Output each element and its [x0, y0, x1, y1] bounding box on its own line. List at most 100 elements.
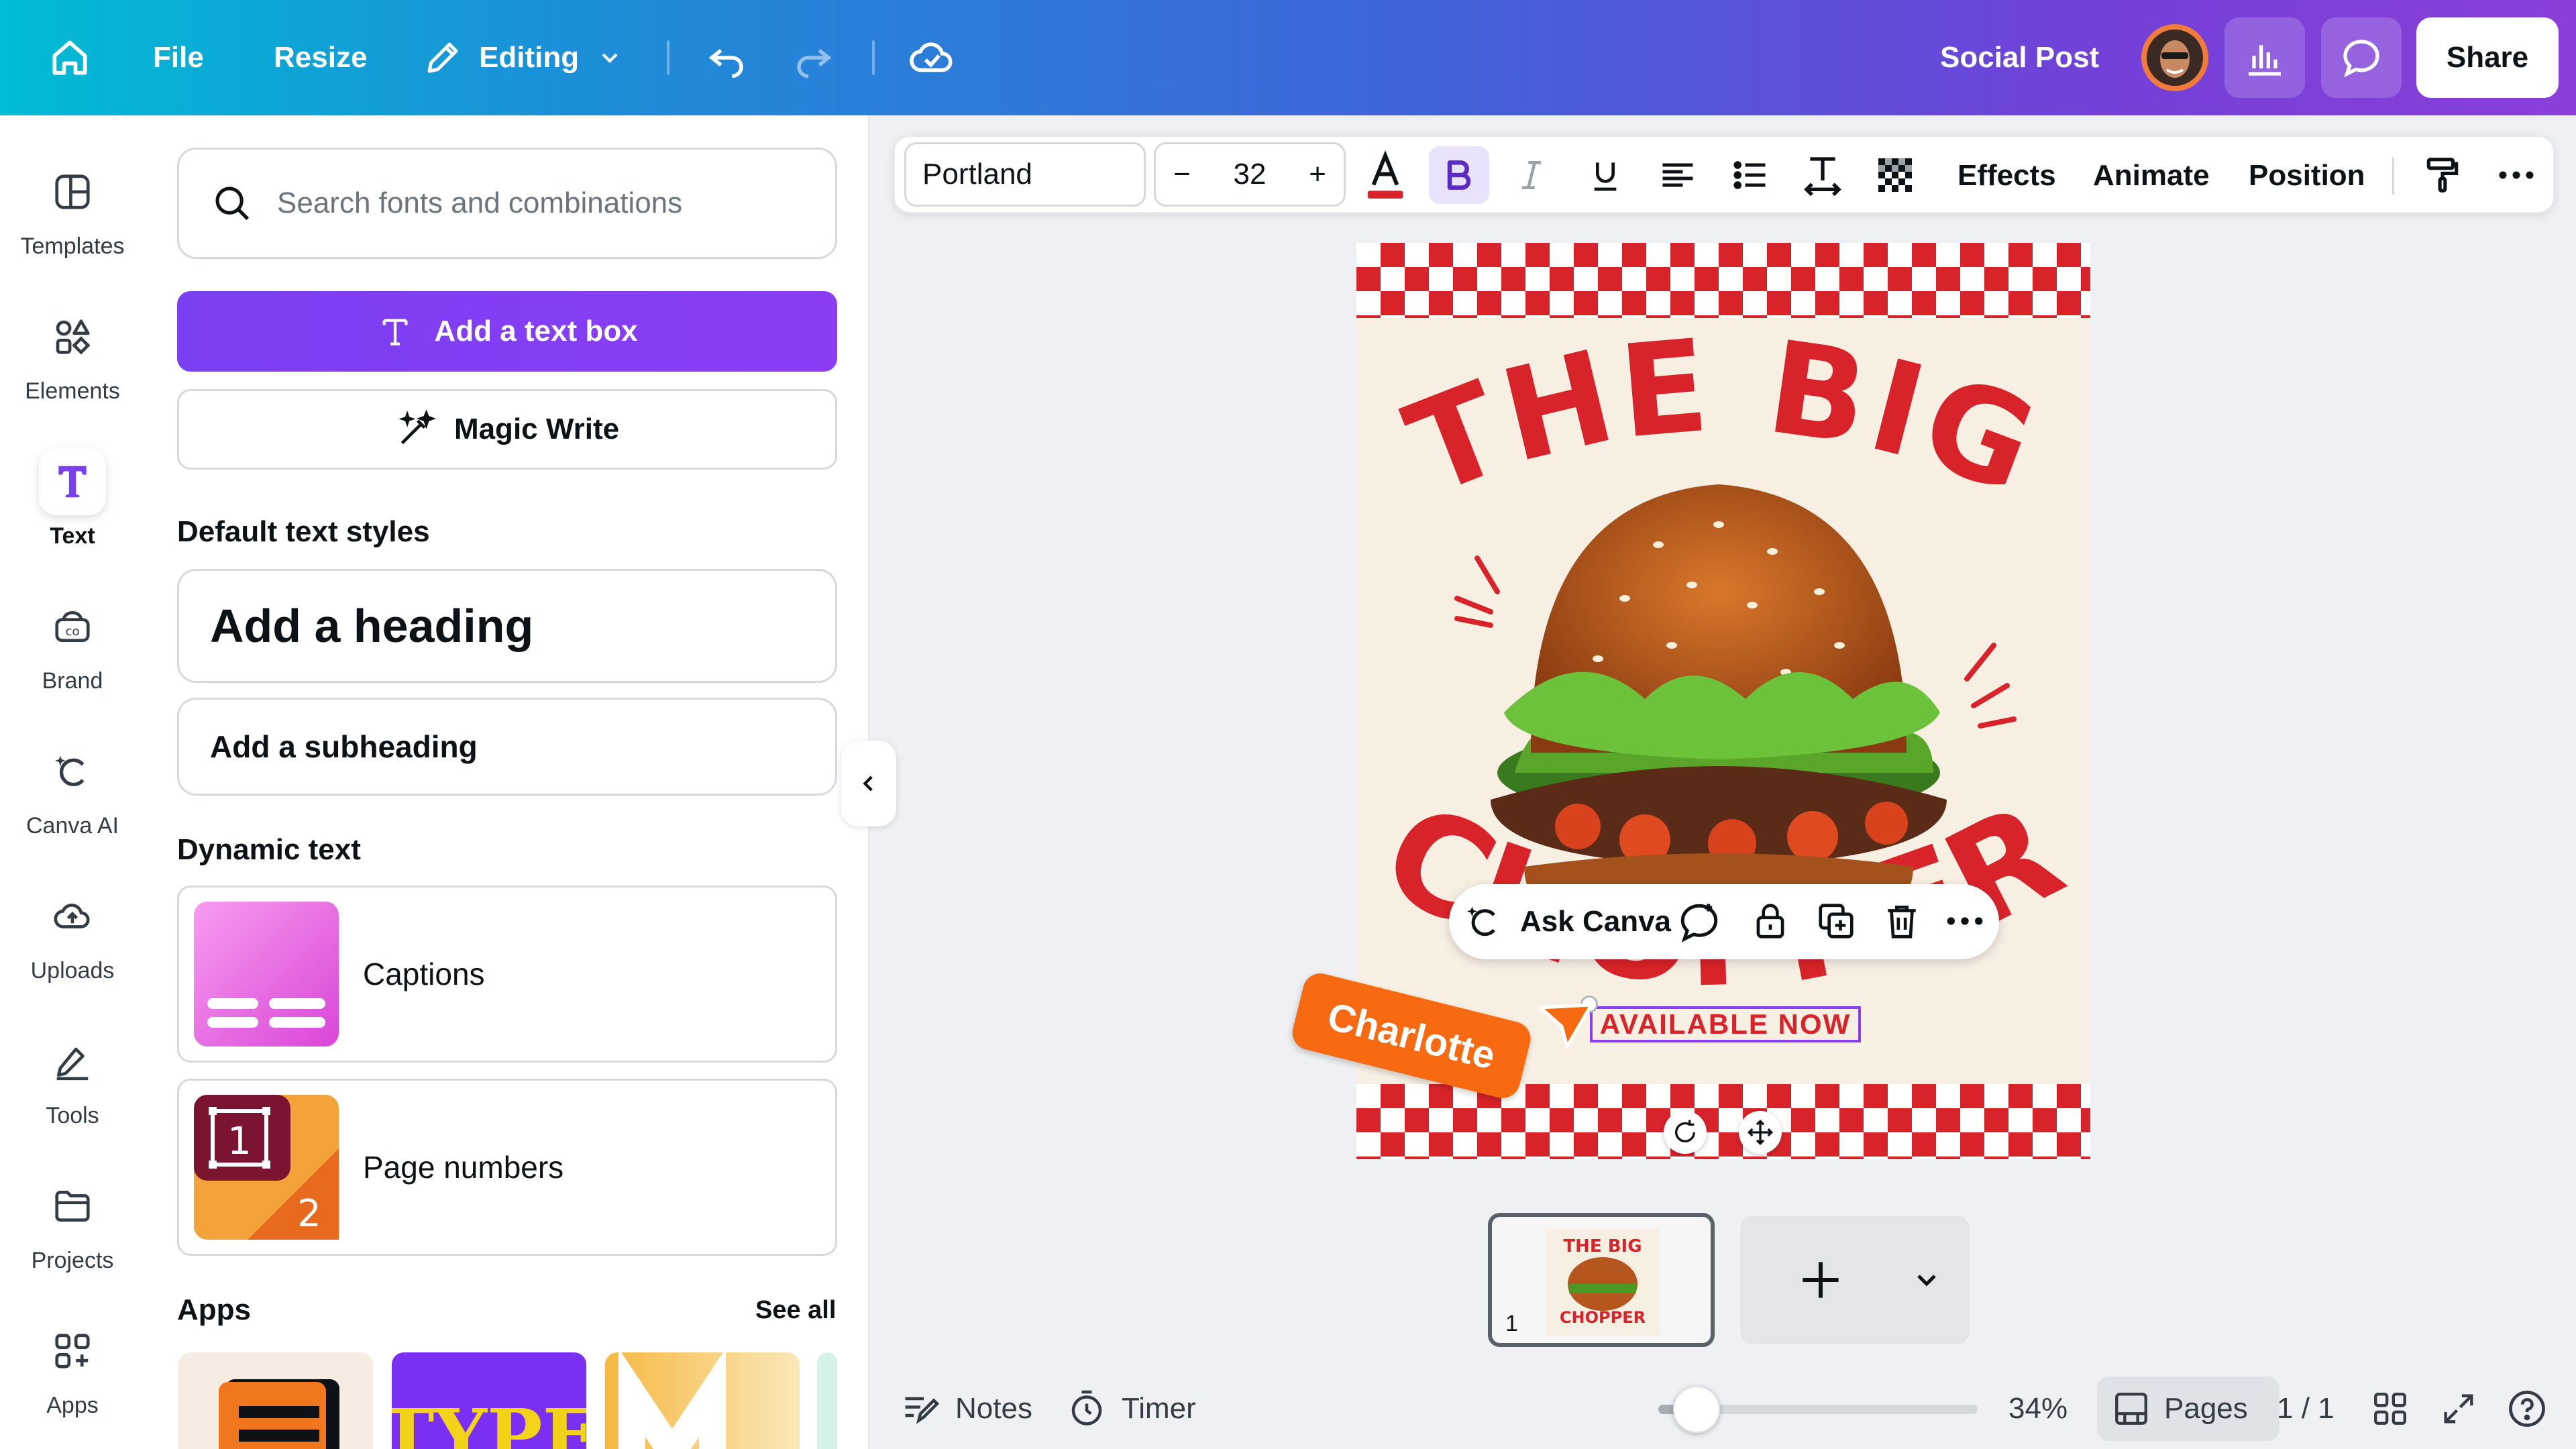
app-tile-3[interactable]: [605, 1352, 800, 1449]
zoom-slider[interactable]: [1658, 1386, 1978, 1433]
spacing-button[interactable]: [1792, 146, 1853, 204]
font-size-stepper[interactable]: − 32 +: [1154, 142, 1346, 207]
app-tile-4[interactable]: [817, 1352, 837, 1449]
page-numbers-card[interactable]: 12 Page numbers: [177, 1079, 837, 1256]
ask-canva-button[interactable]: Ask Canva: [1464, 884, 1671, 959]
text-t-icon: [382, 319, 408, 345]
more-options-button[interactable]: [2486, 146, 2546, 204]
rail-item-templates[interactable]: Templates: [0, 158, 145, 292]
templates-icon: [39, 158, 106, 225]
notes-label: Notes: [955, 1392, 1032, 1425]
font-size-value[interactable]: 32: [1234, 158, 1267, 191]
move-handle[interactable]: [1739, 1111, 1782, 1154]
pages-label: Pages: [2164, 1392, 2248, 1425]
fullscreen-button[interactable]: [2439, 1368, 2478, 1449]
page-numbers-icon: 12: [194, 1095, 339, 1240]
bullet-list-icon: [1733, 161, 1766, 189]
comments-button[interactable]: [2321, 17, 2402, 98]
app-logo-icon: [619, 1352, 726, 1449]
rail-item-text[interactable]: Text: [0, 448, 145, 582]
italic-button[interactable]: [1501, 146, 1562, 204]
add-page-button[interactable]: [1794, 1253, 1847, 1307]
divider: [2392, 157, 2394, 195]
see-all-link[interactable]: See all: [755, 1296, 836, 1325]
home-button[interactable]: [47, 0, 93, 115]
timer-button[interactable]: Timer: [1067, 1368, 1196, 1449]
app-tile-2[interactable]: TYPE: [392, 1352, 586, 1449]
list-button[interactable]: [1720, 146, 1780, 204]
grid-view-button[interactable]: [2371, 1368, 2410, 1449]
rail-item-tools[interactable]: Tools: [0, 1028, 145, 1162]
cloud-save-status[interactable]: [907, 0, 957, 115]
underline-button[interactable]: [1575, 146, 1635, 204]
delete-button[interactable]: [1881, 900, 1923, 942]
search-input[interactable]: Search fonts and combinations: [177, 148, 837, 259]
bold-button[interactable]: [1429, 146, 1489, 204]
font-family-dropdown[interactable]: Portland: [904, 142, 1146, 207]
file-menu[interactable]: File: [153, 0, 204, 115]
page-numbers-label: Page numbers: [363, 1150, 564, 1185]
cloud-check-icon: [910, 42, 953, 72]
dynamic-text-title: Dynamic text: [177, 833, 361, 866]
app-logo-icon: [219, 1379, 339, 1449]
help-button[interactable]: [2506, 1368, 2548, 1449]
transparency-button[interactable]: [1865, 146, 1925, 204]
rail-label: Elements: [25, 378, 120, 404]
page-thumbnail[interactable]: THE BIG CHOPPER 1: [1488, 1213, 1715, 1347]
burger-image[interactable]: [1491, 484, 1947, 954]
add-heading-card[interactable]: Add a heading: [177, 569, 837, 683]
lock-button[interactable]: [1750, 900, 1791, 942]
redo-button[interactable]: [792, 0, 836, 115]
zoom-level[interactable]: 34%: [2008, 1368, 2068, 1449]
more-options-button[interactable]: [1944, 900, 1986, 942]
undo-button[interactable]: [704, 0, 749, 115]
insights-button[interactable]: [2224, 17, 2305, 98]
notes-button[interactable]: Notes: [900, 1368, 1032, 1449]
text-color-button[interactable]: [1355, 146, 1415, 204]
effects-button[interactable]: Effects: [1957, 137, 2056, 215]
rail-item-projects[interactable]: Projects: [0, 1173, 145, 1307]
collapse-panel-button[interactable]: [841, 741, 896, 826]
editing-mode-dropdown[interactable]: Editing: [423, 0, 623, 115]
rail-item-canva-ai[interactable]: Canva AI: [0, 738, 145, 872]
app-tile-2-label: TYPE: [392, 1393, 586, 1449]
transparency-icon: [1878, 158, 1912, 192]
page-number-2: 2: [297, 1192, 321, 1236]
increase-size-button[interactable]: +: [1309, 158, 1326, 191]
add-text-box-button[interactable]: Add a text box: [177, 291, 837, 372]
captions-card[interactable]: Captions: [177, 885, 837, 1063]
zoom-slider-handle[interactable]: [1673, 1386, 1721, 1433]
chevron-down-icon: [1917, 1275, 1936, 1287]
rail-item-brand[interactable]: co Brand: [0, 593, 145, 727]
rail-label: Apps: [46, 1393, 99, 1418]
alignment-button[interactable]: [1648, 146, 1708, 204]
available-now-textbox[interactable]: AVAILABLE NOW: [1590, 1006, 1861, 1042]
rail-item-apps[interactable]: Apps: [0, 1318, 145, 1449]
rail-label: Templates: [20, 233, 125, 259]
resize-menu[interactable]: Resize: [274, 0, 367, 115]
copy-style-button[interactable]: [2412, 146, 2473, 204]
user-avatar[interactable]: [2140, 0, 2210, 115]
apps-title: Apps: [177, 1293, 251, 1326]
add-page-control: [1740, 1216, 1970, 1344]
page-count: 1 / 1: [2277, 1392, 2334, 1425]
magic-write-button[interactable]: Magic Write: [177, 389, 837, 470]
design-title[interactable]: Social Post: [1940, 0, 2099, 115]
pages-button[interactable]: Pages: [2097, 1377, 2279, 1441]
add-comment-button[interactable]: [1677, 900, 1721, 945]
app-tile-1[interactable]: [178, 1352, 373, 1449]
position-button[interactable]: Position: [2249, 137, 2365, 215]
animate-button[interactable]: Animate: [2093, 137, 2210, 215]
share-button[interactable]: Share: [2416, 17, 2559, 98]
add-page-options-button[interactable]: [1911, 1264, 1943, 1296]
decrease-size-button[interactable]: −: [1173, 158, 1191, 191]
rail-item-uploads[interactable]: Uploads: [0, 883, 145, 1017]
rotate-handle[interactable]: [1664, 1111, 1707, 1154]
apps-icon: [39, 1318, 106, 1385]
elements-icon: [39, 303, 106, 370]
rail-label: Text: [50, 523, 95, 549]
rail-item-elements[interactable]: Elements: [0, 303, 145, 437]
duplicate-button[interactable]: [1815, 900, 1857, 942]
add-subheading-card[interactable]: Add a subheading: [177, 698, 837, 796]
rotate-icon: [1675, 1120, 1695, 1142]
